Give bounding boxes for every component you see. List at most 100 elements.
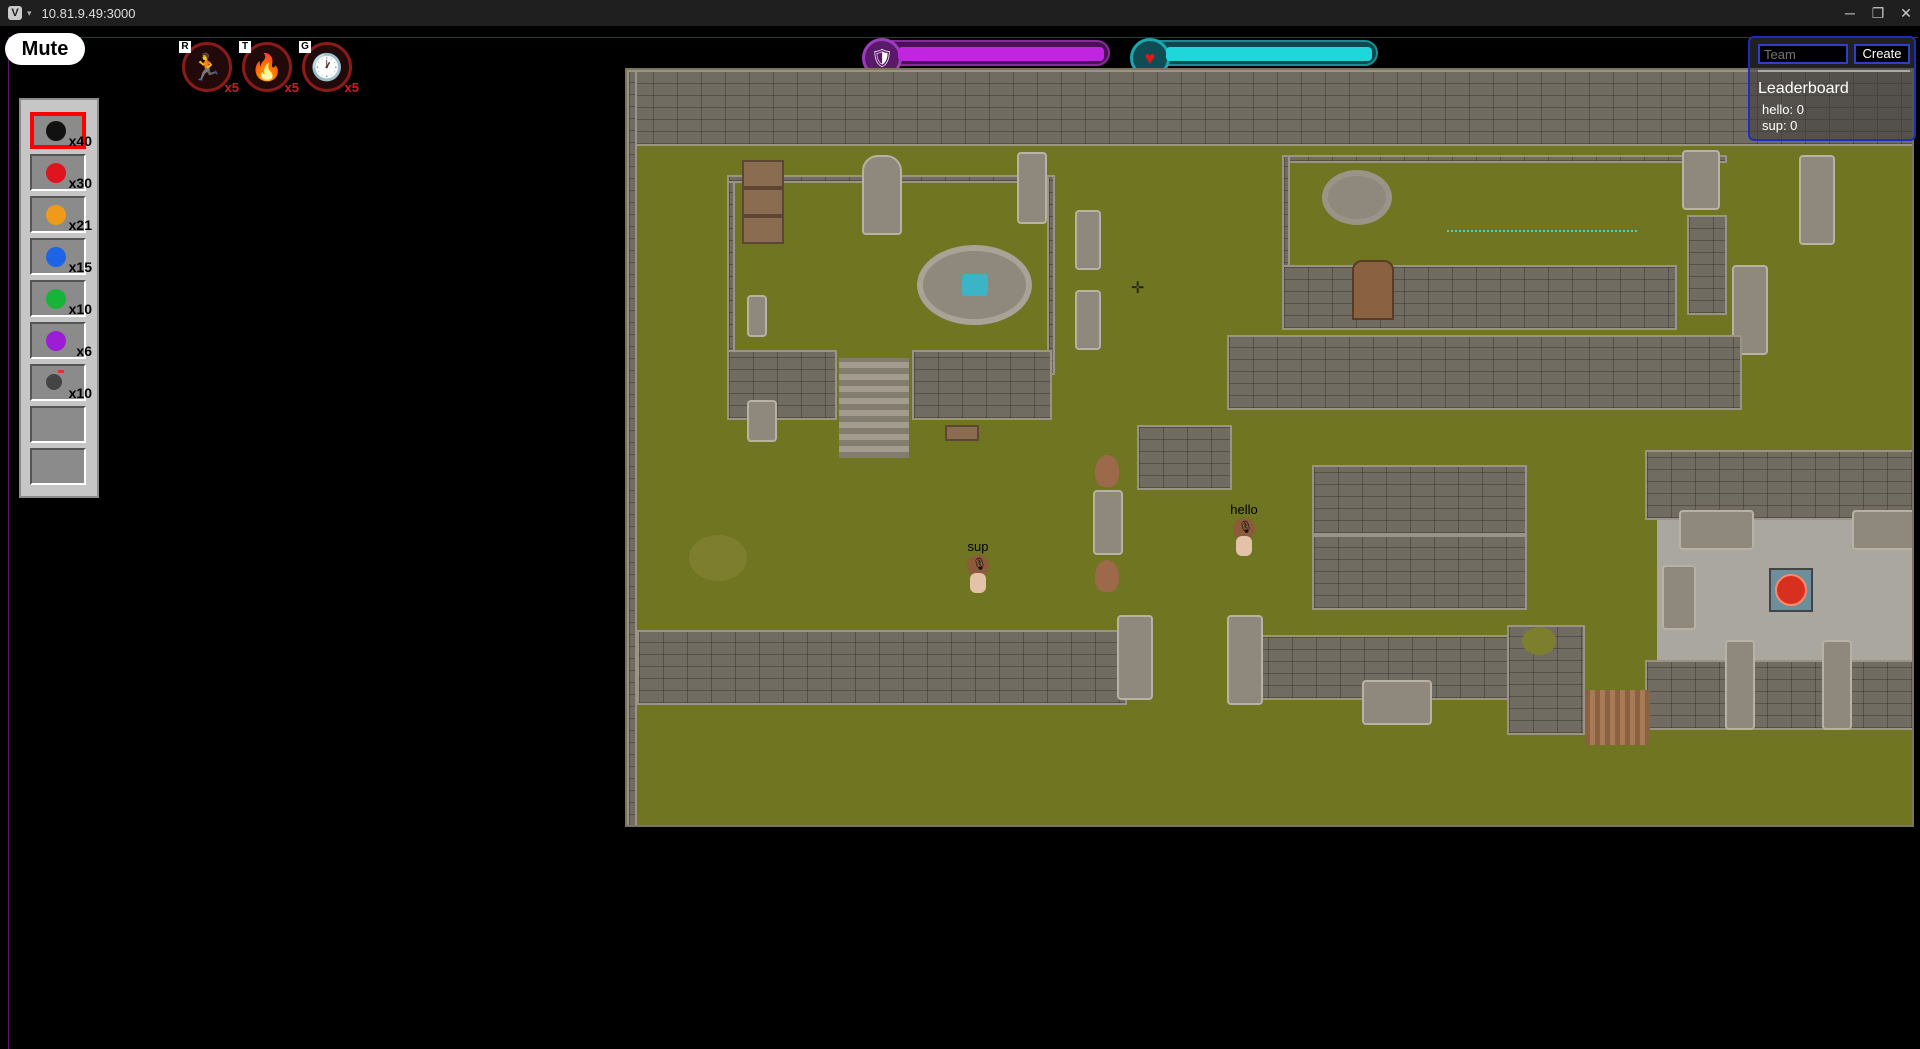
lower-wall-left: [637, 630, 1127, 705]
courtyard-front-wall-left: [727, 350, 837, 420]
hotbar-slot-8[interactable]: [30, 406, 86, 443]
minimize-button[interactable]: ─: [1836, 0, 1864, 26]
hotbar-slot-1[interactable]: x40: [30, 112, 92, 149]
slot-quantity: x21: [68, 217, 92, 233]
rune-pillar: [1017, 152, 1047, 224]
clay-vase: [1095, 560, 1119, 592]
bush: [689, 535, 747, 581]
rune-pillar: [1093, 490, 1123, 555]
ability-clock[interactable]: G 🕐 x5: [299, 41, 359, 95]
crosshair-icon: ✛: [1131, 280, 1145, 297]
hall-bench: [1679, 510, 1754, 550]
rune-pillar: [1725, 640, 1755, 730]
rune-pillar: [1822, 640, 1852, 730]
black-gem-icon: [46, 121, 66, 141]
window-controls: ─ ❐ ✕: [1836, 0, 1920, 26]
microphone-icon: 🎙: [1238, 520, 1254, 534]
red-gem-icon: [46, 163, 66, 183]
panel-divider: [1758, 70, 1910, 72]
rune-circle-decal: [1447, 180, 1637, 232]
pillar: [1227, 615, 1263, 705]
green-gem-icon: [46, 289, 66, 309]
fountain: [917, 245, 1032, 325]
leaderboard-entry: hello: 0: [1762, 102, 1804, 117]
building-front-wall: [1282, 265, 1677, 330]
slot-quantity: x40: [68, 133, 92, 149]
slot-quantity: x30: [68, 175, 92, 191]
health-bar: ♥: [1130, 38, 1378, 78]
orange-gem-icon: [46, 205, 66, 225]
fountain-water: [961, 274, 988, 296]
ability-fire[interactable]: T 🔥 x5: [239, 41, 299, 95]
inventory-hotbar: x40 x30 x21 x15 x10 x6 x10: [19, 98, 99, 498]
bench: [1075, 210, 1101, 270]
restore-button[interactable]: ❐: [1864, 0, 1892, 26]
hotbar-slot-4[interactable]: x15: [30, 238, 92, 275]
broken-pillar: [1682, 150, 1720, 210]
bush: [1522, 627, 1556, 655]
player-body: [1236, 536, 1252, 556]
slot-quantity: x6: [76, 343, 92, 359]
player-name: sup: [967, 539, 989, 554]
building-wall-right: [1687, 215, 1727, 315]
leaderboard-entry: sup: 0: [1762, 118, 1798, 133]
clay-vase: [1095, 455, 1119, 487]
hotbar-slot-2[interactable]: x30: [30, 154, 92, 191]
courtyard-front-wall-right: [912, 350, 1052, 420]
player-name: hello: [1230, 502, 1258, 517]
signpost: [945, 425, 979, 441]
stone-bench: [1362, 680, 1432, 725]
wooden-gate: [1585, 690, 1650, 745]
crate: [742, 216, 784, 244]
close-window-button[interactable]: ✕: [1892, 0, 1920, 26]
crate: [742, 160, 784, 188]
blue-gem-icon: [46, 247, 66, 267]
slot-quantity: x10: [68, 301, 92, 317]
address-bar-url[interactable]: 10.81.9.49:3000: [42, 6, 136, 21]
fire-icon: 🔥: [250, 52, 284, 82]
slot-quantity: x15: [68, 259, 92, 275]
player-body: [970, 573, 986, 593]
hotbar-slot-6[interactable]: x6: [30, 322, 92, 359]
ability-count: x5: [284, 80, 299, 95]
hall-front-wall: [1645, 660, 1912, 730]
team-name-input[interactable]: [1758, 44, 1848, 64]
statue: [862, 155, 902, 235]
player-hello[interactable]: hello 🎙: [1230, 502, 1258, 558]
create-team-button[interactable]: Create: [1854, 44, 1910, 64]
pillar: [1799, 155, 1835, 245]
red-button-icon: [1775, 574, 1807, 606]
health-bar-fill: [1166, 47, 1372, 61]
tomb-wall: [1312, 465, 1527, 535]
pillar: [1117, 615, 1153, 700]
ability-count: x5: [344, 80, 359, 95]
grave-cross: [747, 295, 767, 337]
browser-titlebar: V ▾ 10.81.9.49:3000 ─ ❐ ✕: [0, 0, 1920, 26]
hotbar-slot-7[interactable]: x10: [30, 364, 92, 401]
shield-bar: 🛡: [862, 38, 1110, 78]
crate: [742, 188, 784, 216]
gravestone: [747, 400, 777, 442]
ability-count: x5: [224, 80, 239, 95]
sprint-icon: 🏃: [190, 52, 224, 82]
hall-bench: [1852, 510, 1912, 550]
slot-quantity: x10: [68, 385, 92, 401]
left-wall: [627, 70, 637, 825]
browser-menu-chevron-icon[interactable]: ▾: [27, 8, 32, 19]
pressure-button[interactable]: [1769, 568, 1813, 612]
hotbar-slot-5[interactable]: x10: [30, 280, 92, 317]
hotbar-slot-3[interactable]: x21: [30, 196, 92, 233]
bench: [1075, 290, 1101, 350]
middle-wall: [1227, 335, 1742, 410]
mute-button[interactable]: Mute: [5, 33, 85, 65]
bomb-icon: [46, 370, 64, 390]
ability-sprint[interactable]: R 🏃 x5: [179, 41, 239, 95]
microphone-icon: 🎙: [972, 557, 988, 571]
team-leaderboard-panel: Create Leaderboard hello: 0 sup: 0: [1748, 36, 1916, 141]
ruined-well: [1322, 170, 1392, 225]
game-canvas[interactable]: ✛ sup 🎙 hello 🎙: [625, 68, 1914, 827]
browser-logo-icon[interactable]: V: [8, 6, 22, 20]
player-sup[interactable]: sup 🎙: [965, 539, 991, 595]
middle-wall-step: [1137, 425, 1232, 490]
hotbar-slot-9[interactable]: [30, 448, 86, 485]
